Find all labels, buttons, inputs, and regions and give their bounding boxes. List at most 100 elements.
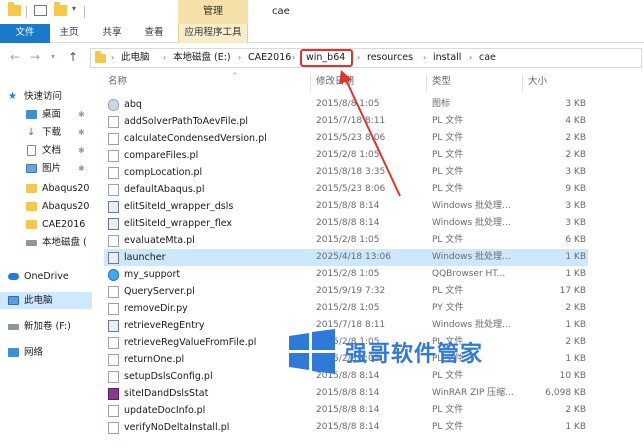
file-name: updateDocInfo.pl xyxy=(124,405,206,416)
file-row[interactable]: evaluateMta.pl 2015/2/8 1:05 PL 文件 6 KB xyxy=(104,232,588,249)
file-type: PL 文件 xyxy=(432,235,464,245)
recent-locations-icon[interactable]: ▾ xyxy=(46,49,60,65)
file-type: PL 文件 xyxy=(432,286,464,296)
file-name: setupDslsConfig.pl xyxy=(124,371,213,382)
column-date[interactable]: 修改日期 xyxy=(316,72,354,92)
file-row[interactable]: QueryServer.pl 2015/9/19 7:32 PL 文件 17 KB xyxy=(104,283,588,300)
file-row[interactable]: calculateCondensedVersion.pl 2015/5/23 8:… xyxy=(104,130,588,147)
batch-file-icon xyxy=(108,320,119,332)
file-row[interactable]: siteIDandDslsStat 2015/8/8 8:14 WinRAR ZIP… xyxy=(104,385,588,402)
column-divider[interactable] xyxy=(310,74,311,92)
file-date: 2015/8/8 8:14 xyxy=(316,388,380,398)
batch-file-icon xyxy=(108,201,119,213)
chevron-right-icon[interactable]: › xyxy=(292,49,295,67)
window-title: cae xyxy=(272,6,290,17)
tab-home[interactable]: 主页 xyxy=(56,24,82,43)
nav-onedrive[interactable]: OneDrive xyxy=(0,268,92,285)
nav-quick-access[interactable]: ★ 快速访问 xyxy=(0,88,92,105)
nav-desktop[interactable]: 桌面 ✱ xyxy=(0,106,92,123)
chevron-right-icon[interactable]: › xyxy=(469,49,472,67)
address-bar[interactable]: › 此电脑 › 本地磁盘 (E:) › CAE2016 › win_b64 › … xyxy=(90,48,642,68)
nav-folder-abaqus-1[interactable]: Abaqus20 xyxy=(0,180,92,197)
file-date: 2015/8/8 1:05 xyxy=(316,99,380,109)
file-row[interactable]: removeDir.py 2015/2/8 1:05 PY 文件 2 KB xyxy=(104,300,588,317)
column-type[interactable]: 类型 xyxy=(432,72,451,92)
nav-label: 图片 xyxy=(42,163,62,174)
file-date: 2015/5/23 8:06 xyxy=(316,184,386,194)
tab-share[interactable]: 共享 xyxy=(99,24,125,43)
script-file-icon xyxy=(108,133,119,145)
watermark: 强哥软件管家 xyxy=(287,326,527,378)
file-row[interactable]: defaultAbaqus.pl 2015/5/23 8:06 PL 文件 9 KB xyxy=(104,181,588,198)
breadcrumb-this-pc[interactable]: 此电脑 xyxy=(121,49,150,67)
file-row[interactable]: compLocation.pl 2015/8/18 3:35 PL 文件 3 KB xyxy=(104,164,588,181)
tab-view[interactable]: 查看 xyxy=(141,24,167,43)
tab-app-tools[interactable]: 应用程序工具 xyxy=(178,24,248,43)
column-size[interactable]: 大小 xyxy=(528,72,547,92)
nav-downloads[interactable]: ↓ 下载 ✱ xyxy=(0,124,92,141)
nav-new-volume[interactable]: 新加卷 (F:) xyxy=(0,318,92,335)
nav-network[interactable]: 网络 xyxy=(0,344,92,361)
column-divider[interactable] xyxy=(426,74,427,92)
up-icon[interactable]: ↑ xyxy=(66,49,80,65)
breadcrumb-install[interactable]: install xyxy=(433,49,461,67)
nav-folder-abaqus-2[interactable]: Abaqus20 xyxy=(0,198,92,215)
file-type: PL 文件 xyxy=(432,133,464,143)
folder-icon xyxy=(26,184,37,193)
file-row[interactable]: my_support 2015/2/8 1:05 QQBrowser HT... 1 … xyxy=(104,266,588,283)
folder-icon xyxy=(26,220,37,229)
file-type: 图标 xyxy=(432,99,451,109)
properties-icon[interactable] xyxy=(34,5,47,16)
nav-label: 新加卷 (F:) xyxy=(24,321,71,332)
file-size: 1 KB xyxy=(565,422,586,432)
file-row[interactable]: addSolverPathToAevFile.pl 2015/7/18 8:11 P… xyxy=(104,113,588,130)
breadcrumb-cae[interactable]: cae xyxy=(479,49,496,67)
file-date: 2015/8/8 8:14 xyxy=(316,201,380,211)
file-name: retrieveRegValueFromFile.pl xyxy=(124,337,257,348)
file-type: PL 文件 xyxy=(432,184,464,194)
file-name: defaultAbaqus.pl xyxy=(124,184,205,195)
nav-folder-cae2016[interactable]: CAE2016 xyxy=(0,216,92,233)
file-row[interactable]: abq 2015/8/8 1:05 图标 3 KB xyxy=(104,96,588,113)
title-bar: ▾ 管理 cae xyxy=(0,0,644,24)
file-row[interactable]: verifyNoDeltaInstall.pl 2015/8/8 8:14 PL 文… xyxy=(104,419,588,436)
file-date: 2015/8/18 3:35 xyxy=(316,167,386,177)
chevron-right-icon[interactable]: › xyxy=(163,49,166,67)
navigation-bar: ← → ▾ ↑ › 此电脑 › 本地磁盘 (E:) › CAE2016 › wi… xyxy=(0,44,644,71)
nav-local-disk[interactable]: 本地磁盘 ( xyxy=(0,234,92,251)
nav-pictures[interactable]: 图片 ✱ xyxy=(0,160,92,177)
nav-documents[interactable]: 文档 ✱ xyxy=(0,142,92,159)
document-icon xyxy=(27,145,36,156)
file-type: PL 文件 xyxy=(432,405,464,415)
chevron-right-icon[interactable]: › xyxy=(357,49,360,67)
chevron-right-icon[interactable]: › xyxy=(111,49,114,67)
file-type: Windows 批处理... xyxy=(432,218,511,228)
breadcrumb-drive-e[interactable]: 本地磁盘 (E:) xyxy=(173,49,231,67)
script-file-icon xyxy=(108,286,119,298)
tab-file[interactable]: 文件 xyxy=(0,24,50,43)
breadcrumb-win-b64[interactable]: win_b64 xyxy=(306,49,345,67)
customize-quick-access-icon[interactable]: ▾ xyxy=(72,4,76,13)
pin-icon: ✱ xyxy=(78,146,85,155)
column-name[interactable]: 名称 xyxy=(108,72,127,92)
breadcrumb-resources[interactable]: resources xyxy=(367,49,413,67)
file-row[interactable]: updateDocInfo.pl 2015/8/8 8:14 PL 文件 2 KB xyxy=(104,402,588,419)
file-row[interactable]: elitSiteId_wrapper_dsls 2015/8/8 8:14 Wind… xyxy=(104,198,588,215)
divider xyxy=(84,6,85,18)
file-row[interactable]: compareFiles.pl 2015/2/8 1:05 PL 文件 2 KB xyxy=(104,147,588,164)
chevron-right-icon[interactable]: › xyxy=(423,49,426,67)
file-row[interactable]: launcher 2025/4/18 13:06 Windows 批处理... 1 K… xyxy=(104,249,588,266)
column-divider[interactable] xyxy=(522,74,523,92)
forward-icon[interactable]: → xyxy=(28,49,42,65)
computer-icon xyxy=(8,296,19,305)
chevron-right-icon[interactable]: › xyxy=(238,49,241,67)
script-file-icon xyxy=(108,303,119,315)
nav-label: 桌面 xyxy=(42,109,62,120)
file-size: 6,098 KB xyxy=(545,388,586,398)
file-name: launcher xyxy=(124,252,166,263)
breadcrumb-cae2016[interactable]: CAE2016 xyxy=(248,49,291,67)
nav-this-pc[interactable]: 此电脑 xyxy=(0,292,92,309)
back-icon[interactable]: ← xyxy=(8,49,22,65)
new-folder-icon[interactable] xyxy=(54,2,67,16)
file-row[interactable]: elitSiteId_wrapper_flex 2015/8/8 8:14 Wind… xyxy=(104,215,588,232)
